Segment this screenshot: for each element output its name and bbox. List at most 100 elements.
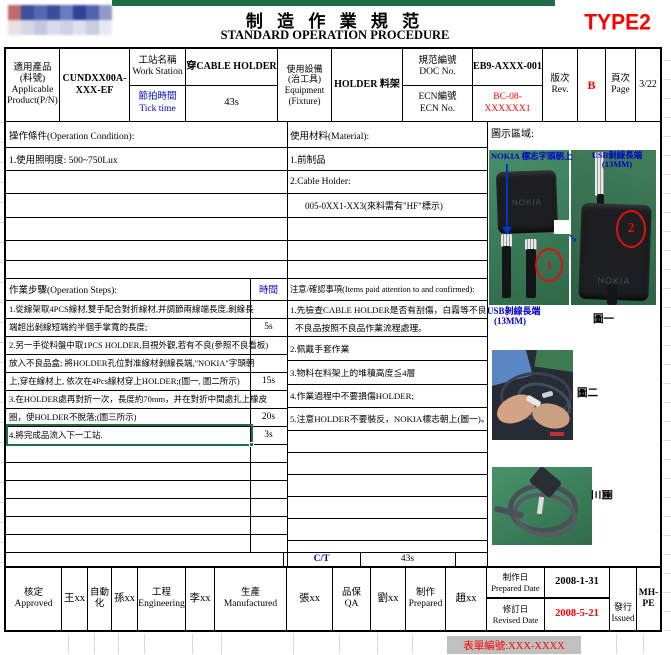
empty-row <box>6 480 287 499</box>
label-usb-strip-top: USB剝線長端 (13MM) <box>579 151 655 170</box>
empty-row <box>6 240 287 261</box>
step-row: 3.在HOLDER處再對折一次，長度約70mm，并在對折中間處扎上橡皮 <box>6 390 287 409</box>
time-header: 時間 <box>250 278 287 300</box>
sig-role-qa: 品保QA <box>333 568 371 630</box>
green-bench <box>534 350 573 373</box>
callout-circle-1: 1 <box>535 248 563 282</box>
ecn-no-label: ECN編號 ECN No. <box>403 86 473 122</box>
sig-name: 劉xx <box>371 568 406 630</box>
gridline <box>293 634 294 654</box>
gridline <box>412 634 413 654</box>
fig2-label: 圖二 <box>577 385 598 400</box>
photo-panel-right: NOKIA 2 USB剝線長端 (13MM) <box>571 150 656 305</box>
photo-coil <box>492 467 592 545</box>
blurred-logo <box>8 5 112 35</box>
steps-header: 作業步驟(Operation Steps): <box>6 282 117 296</box>
empty-row <box>287 430 487 453</box>
gridline <box>643 634 644 654</box>
attention-row: 1.先檢查CABLE HOLDER是否有刮傷，白霧等不良, <box>287 300 487 319</box>
empty-row <box>287 217 487 241</box>
empty-row <box>6 462 287 481</box>
step-row: 上,穿在線材上, 依次在4Pcs線材穿上HOLDER;(圖一, 圖二所示)15s <box>6 372 287 391</box>
step-row: 2.另一手從料盤中取1PCS HOLDER,目視外觀,若有不良(參照不良看板) <box>6 336 287 355</box>
type-label: TYPE2 <box>570 10 665 35</box>
gridline <box>221 634 222 654</box>
attention-header: 注意/確認事項(Items paid attention to and conf… <box>287 283 475 295</box>
steps-header-row: 作業步驟(Operation Steps): 時間 <box>6 278 287 301</box>
step-row: 端超出剝線短端約半個手掌寬的長度;5s <box>6 318 287 337</box>
left-margin-gridlines <box>0 122 4 568</box>
condition-item-row: 1.使用照明度: 500~750Lux <box>6 147 287 171</box>
work-station-value: 穿CABLE HOLDER <box>186 49 278 86</box>
sig-role-manufactured: 生產Manufactured <box>215 568 287 630</box>
tick-time-value: 43s <box>186 86 278 122</box>
sig-role-engineering: 工程Engineering <box>138 568 186 630</box>
empty-row <box>6 193 287 218</box>
nokia-logo-text: NOKIA <box>512 197 542 207</box>
applicable-product-label: 適用產品 (料號) Applicable Product(P/N) <box>6 49 60 122</box>
material-item-row: 2.Cable Holder: <box>287 170 487 194</box>
condition-header: 操作條件(Operation Condition): <box>6 128 134 142</box>
divider-mid-right <box>487 122 488 568</box>
label-usb-strip-left: USB剝線長端 (13MM) <box>487 307 541 327</box>
rev-value: B <box>578 49 606 122</box>
fill-handle[interactable] <box>249 442 254 447</box>
empty-row <box>6 444 287 463</box>
empty-row <box>6 498 287 517</box>
sig-role-approved: 核定Approved <box>6 568 62 630</box>
step-row: 1.從線架取4PCS線材,雙手配合對折線材,并調節兩線端長度,剝線長 <box>6 300 287 319</box>
empty-row <box>287 452 487 475</box>
doc-no-value: EB9-AXXX-001 <box>473 49 543 86</box>
empty-row <box>287 496 487 519</box>
rev-label: 版次 Rev. <box>543 49 578 122</box>
down-arrow-head <box>502 227 512 235</box>
material-item-row: 005-0XX1-XX3(來料需有"HF"標示) <box>287 193 487 218</box>
empty-row <box>6 534 287 553</box>
callout-circle-2: 2 <box>616 210 646 248</box>
empty-row <box>6 217 287 241</box>
empty-row <box>287 240 487 261</box>
tick-time-label: 節拍時間 Tick time <box>130 86 186 122</box>
empty-row <box>6 516 287 535</box>
gridline <box>616 634 617 654</box>
attention-row: 3.物料在料架上的堆積高度≦4層 <box>287 360 487 385</box>
empty-row <box>6 170 287 194</box>
top-green-bar <box>112 0 555 6</box>
fig1-label: 圖一 <box>593 311 614 326</box>
sig-name: 張xx <box>287 568 333 630</box>
gridline <box>339 634 340 654</box>
gridline <box>118 634 119 654</box>
empty-row <box>6 260 287 279</box>
empty-row <box>287 474 487 497</box>
gridline <box>377 634 378 654</box>
empty-row <box>287 518 487 541</box>
revised-date-value: 2008-5-21 <box>545 599 610 630</box>
condition-header-row: 操作條件(Operation Condition): <box>6 122 287 148</box>
diagonal-arrow: ↘ <box>567 230 578 246</box>
selection-border[interactable] <box>6 424 253 446</box>
sig-role-automation: 自動化 <box>88 568 112 630</box>
sop-table: 適用產品 (料號) Applicable Product(P/N) CUNDXX… <box>4 47 662 632</box>
form-number: 表單編號:XXX-XXXX <box>447 636 581 654</box>
prepared-date-label: 制作日 Prepared Date <box>487 568 545 599</box>
fig3-label: 圖三 <box>590 490 611 502</box>
gridline <box>192 634 193 654</box>
equipment-label: 使用設備 (治工具) Equipment (Fixture) <box>278 49 332 122</box>
photo-holders: NOKIA 1 NOKIA 2 USB剝線長端 <box>489 150 656 305</box>
step-row: 放入不良品盒; 將HOLDER孔位對准線材剝線長端,"NOKIA"字頭朝 <box>6 354 287 373</box>
sig-name: 趙xx <box>446 568 487 630</box>
photo-timestamp <box>550 432 564 436</box>
sig-name: 王xx <box>62 568 88 630</box>
doc-no-label: 規范編號 DOC No. <box>403 49 473 86</box>
sop-sheet: 制 造 作 業 規 范 STANDARD OPERATION PROCEDURE… <box>0 0 671 655</box>
attention-row: 不良品按照不良品作業流程處理。 <box>287 318 487 337</box>
attention-header-row: 注意/確認事項(Items paid attention to and conf… <box>287 278 487 301</box>
revised-date-label: 修訂日 Revised Date <box>487 599 545 630</box>
material-header-row: 使用材料(Material): <box>287 122 487 148</box>
equipment-value: HOLDER 料架 <box>332 49 403 122</box>
down-arrow <box>506 164 508 228</box>
condition-item1: 1.使用照明度: 500~750Lux <box>6 152 118 166</box>
sig-role-prepared: 制作Prepared <box>406 568 446 630</box>
empty-row <box>287 260 487 279</box>
gridline <box>94 634 95 654</box>
